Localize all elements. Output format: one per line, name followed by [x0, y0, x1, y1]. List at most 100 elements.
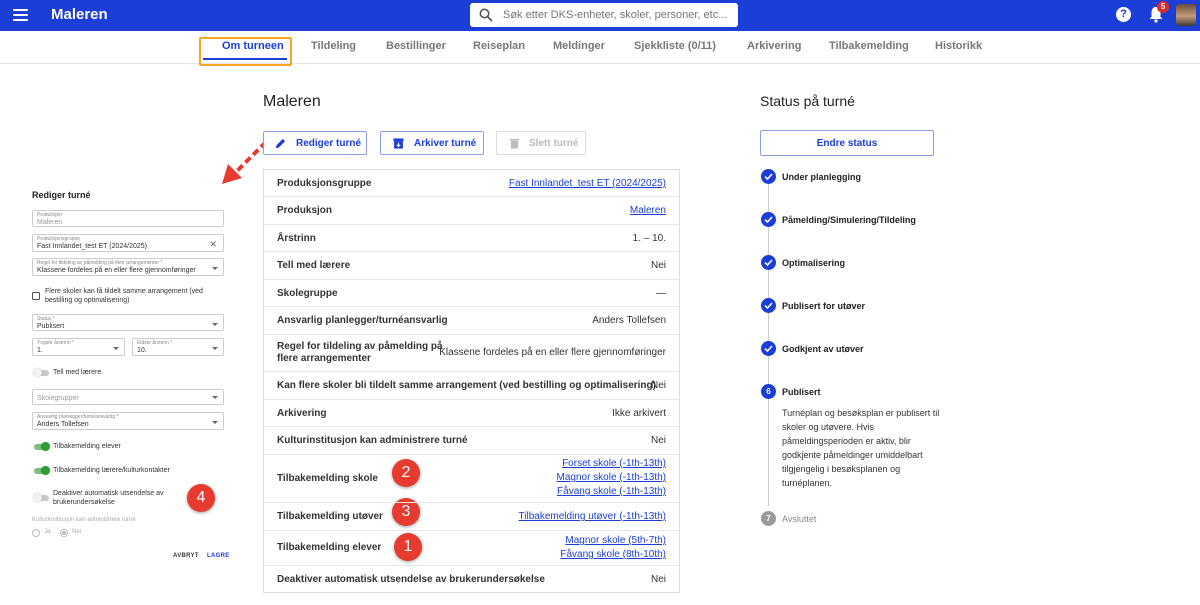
- status-step-label: Optimalisering: [782, 258, 846, 268]
- cancel-button[interactable]: AVBRYT: [173, 553, 199, 559]
- field-label: Produksjon: [37, 212, 63, 218]
- regel-select[interactable]: Regel for tildeling av påmelding på fler…: [32, 258, 224, 276]
- row-value-link[interactable]: Forset skole (-1th-13th): [562, 457, 666, 471]
- tab-sjekkliste[interactable]: Sjekkliste (0/11): [634, 40, 716, 52]
- top-bar: Maleren ? 5: [0, 0, 1200, 31]
- field-value: 10.: [137, 347, 147, 354]
- tab-tilbakemelding[interactable]: Tilbakemelding: [829, 40, 909, 52]
- row-label: Regel for tildeling av påmelding på fler…: [277, 341, 443, 364]
- row-label: Arkivering: [277, 408, 327, 419]
- chevron-down-icon: [212, 323, 218, 326]
- row-value: Klassene fordeles på en eller flere gjen…: [439, 347, 666, 358]
- row-value: Nei: [650, 260, 666, 271]
- table-row: Arkivering Ikke arkivert: [264, 400, 679, 427]
- avatar[interactable]: [1176, 4, 1196, 26]
- eldste-arstrinn-select[interactable]: Eldste årstrinn * 10.: [132, 338, 224, 356]
- tab-bestillinger[interactable]: Bestillinger: [386, 40, 446, 52]
- delete-tour-label: Slett turné: [529, 138, 579, 149]
- tilbakemelding-elever-toggle[interactable]: [34, 442, 50, 451]
- row-label: Tilbakemelding elever: [277, 542, 382, 553]
- deaktiver-label: Deaktiver automatisk utsendelse av bruke…: [53, 490, 164, 506]
- row-value-link[interactable]: Maleren: [630, 204, 666, 218]
- table-row: Deaktiver automatisk utsendelse av bruke…: [264, 566, 679, 593]
- row-value-link[interactable]: Fåvang skole (-1th-13th): [557, 485, 666, 499]
- row-label: Kan flere skoler bli tildelt samme arran…: [277, 380, 656, 391]
- tab-historikk[interactable]: Historikk: [935, 40, 982, 52]
- field-label: Yngste årstrinn *: [37, 340, 74, 346]
- clear-icon[interactable]: ✕: [209, 239, 217, 250]
- menu-icon[interactable]: [13, 9, 28, 21]
- row-label: Kulturinstitusjon kan administrere turné: [277, 435, 468, 446]
- status-step-label: Under planlegging: [782, 172, 862, 182]
- row-value-link[interactable]: Magnor skole (-1th-13th): [557, 471, 667, 485]
- row-label: Tell med lærere: [277, 260, 351, 271]
- change-status-button[interactable]: Endre status: [760, 130, 934, 156]
- status-step-label: Godkjent av utøver: [782, 344, 864, 354]
- tour-info-table: Produksjonsgruppe Fast Innlandet_test ET…: [263, 169, 680, 593]
- field-value: Publisert: [37, 323, 65, 330]
- check-icon: [761, 341, 776, 356]
- tab-om-turneen[interactable]: Om turneen: [222, 40, 284, 52]
- search-icon: [479, 8, 493, 22]
- table-row: Kulturinstitusjon kan administrere turné…: [264, 427, 679, 455]
- chevron-down-icon: [212, 396, 218, 399]
- app-title[interactable]: Maleren: [51, 6, 108, 23]
- tab-tildeling[interactable]: Tildeling: [311, 40, 356, 52]
- chevron-down-icon: [113, 347, 119, 350]
- search-input[interactable]: [503, 5, 731, 25]
- status-select[interactable]: Status * Publisert: [32, 314, 224, 331]
- yngste-arstrinn-select[interactable]: Yngste årstrinn * 1.: [32, 338, 125, 356]
- chevron-down-icon: [212, 347, 218, 350]
- flere-skoler-checkbox[interactable]: [32, 292, 40, 300]
- radio-nei-label: Nei: [72, 529, 82, 535]
- tab-arkivering[interactable]: Arkivering: [747, 40, 801, 52]
- status-step-label: Avsluttet: [782, 514, 817, 524]
- tell-med-laerere-label: Tell med lærere: [53, 369, 102, 376]
- save-button[interactable]: LAGRE: [207, 553, 230, 559]
- archive-icon: [393, 138, 404, 149]
- produksjon-field[interactable]: Produksjon Maleren: [32, 210, 224, 227]
- tilbakemelding-elever-label: Tilbakemelding elever: [53, 443, 121, 450]
- row-label: Tilbakemelding utøver: [277, 511, 383, 522]
- search-box[interactable]: [470, 3, 738, 27]
- field-label: Regel for tildeling av påmelding på fler…: [37, 260, 163, 266]
- deaktiver-toggle[interactable]: [33, 493, 49, 502]
- tab-reiseplan[interactable]: Reiseplan: [473, 40, 525, 52]
- ansvarlig-select[interactable]: Ansvarlig planlegger/turnéansvarlig * An…: [32, 412, 224, 430]
- flere-skoler-label: Flere skoler kan få tildelt samme arrang…: [45, 288, 203, 304]
- chevron-down-icon: [212, 267, 218, 270]
- row-label: Produksjonsgruppe: [277, 178, 372, 189]
- tab-meldinger[interactable]: Meldinger: [553, 40, 605, 52]
- callout-badge-4: 4: [187, 484, 215, 512]
- edit-tour-button[interactable]: Rediger turné: [263, 131, 367, 155]
- row-value-link[interactable]: Magnor skole (5th-7th): [565, 534, 666, 548]
- tell-med-laerere-toggle[interactable]: [33, 368, 49, 377]
- row-value-link[interactable]: Tilbakemelding utøver (-1th-13th): [519, 510, 666, 524]
- status-step-number: 6: [761, 384, 776, 399]
- field-value: Fast Innlandet_test ET (2024/2025): [37, 243, 147, 250]
- row-label: Ansvarlig planlegger/turnéansvarlig: [277, 315, 448, 326]
- row-value-link[interactable]: Fast Innlandet_test ET (2024/2025): [509, 177, 666, 191]
- edit-tour-label: Rediger turné: [296, 138, 362, 149]
- tilbakemelding-laerere-label: Tilbakemelding lærere/kulturkontakter: [53, 467, 170, 474]
- help-icon[interactable]: ?: [1116, 7, 1131, 22]
- row-value-link[interactable]: Fåvang skole (8th-10th): [560, 548, 666, 562]
- archive-tour-button[interactable]: Arkiver turné: [380, 131, 484, 155]
- field-label: Ansvarlig planlegger/turnéansvarlig *: [37, 414, 119, 420]
- pencil-icon: [275, 138, 286, 149]
- table-row: Årstrinn 1. – 10.: [264, 225, 679, 252]
- radio-ja[interactable]: [32, 529, 40, 537]
- check-icon: [761, 255, 776, 270]
- notification-count-badge: 5: [1157, 1, 1169, 13]
- table-row: Tell med lærere Nei: [264, 252, 679, 280]
- table-row: Tilbakemelding elever Magnor skole (5th-…: [264, 531, 679, 566]
- active-tab-indicator: [203, 58, 287, 60]
- row-label: Skolegruppe: [277, 288, 338, 299]
- produksjonsgruppe-field[interactable]: Produksjonsgruppe Fast Innlandet_test ET…: [32, 234, 224, 252]
- row-value: Nei: [650, 380, 666, 391]
- radio-nei[interactable]: [60, 529, 68, 537]
- skolegrupper-select[interactable]: Skolegrupper: [32, 389, 224, 405]
- delete-tour-button[interactable]: Slett turné: [496, 131, 586, 155]
- row-label: Tilbakemelding skole: [277, 473, 378, 484]
- tilbakemelding-laerere-toggle[interactable]: [34, 466, 50, 475]
